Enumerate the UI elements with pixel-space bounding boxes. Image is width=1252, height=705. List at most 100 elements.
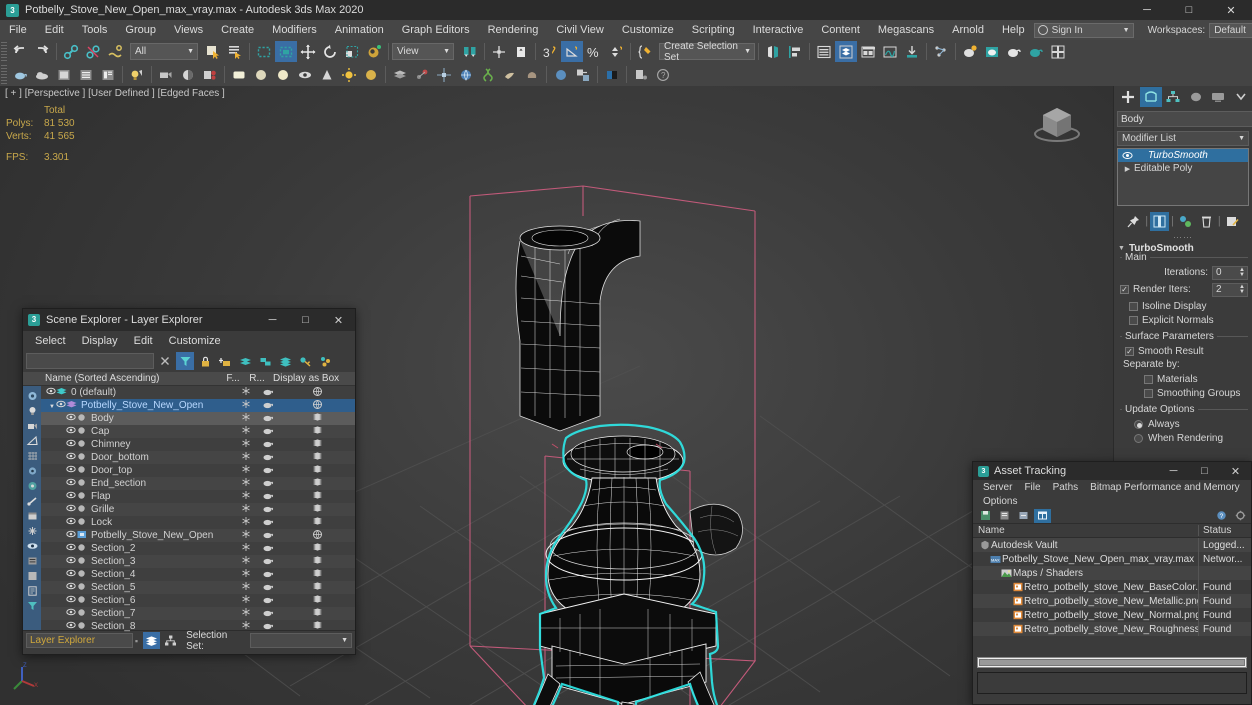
unlink-selection-icon[interactable] [82, 41, 104, 62]
render-production-icon[interactable] [1025, 41, 1047, 62]
row-name[interactable]: Cap [87, 426, 235, 437]
menu-arnold[interactable]: Arnold [943, 20, 993, 40]
menu-modifiers[interactable]: Modifiers [263, 20, 326, 40]
scene-explorer-row[interactable]: Chimney [41, 438, 355, 451]
edit-named-selection-sets-icon[interactable] [634, 41, 656, 62]
select-layer-icon[interactable] [256, 352, 274, 370]
show-end-result-icon[interactable] [1150, 211, 1170, 231]
object-icon[interactable] [76, 608, 87, 620]
menu-file[interactable]: File [0, 20, 36, 40]
bind-to-space-warp-icon[interactable] [104, 41, 126, 62]
material-editor-icon[interactable] [959, 41, 981, 62]
row-name[interactable]: Grille [87, 504, 235, 515]
renderable-icon[interactable] [257, 491, 279, 503]
tab-modify[interactable] [1139, 87, 1162, 107]
horizontal-scrollbar[interactable] [977, 657, 1247, 668]
asset-tracking-row[interactable]: Maps / Shaders [973, 566, 1251, 580]
asset-tracking-row[interactable]: Retro_potbelly_stove_New_Normal.png Found [973, 608, 1251, 622]
toggle-ribbon-icon[interactable] [857, 41, 879, 62]
viewport-label[interactable]: [ + ] [Perspective ] [User Defined ] [Ed… [5, 88, 225, 99]
hidden-objects-icon[interactable] [24, 538, 40, 553]
at-columns-icon[interactable] [1034, 508, 1051, 523]
freeze-icon[interactable] [235, 438, 257, 451]
renderable-icon[interactable] [257, 608, 279, 620]
material-sphere-cream-icon[interactable] [272, 64, 294, 85]
eye-icon[interactable] [65, 556, 76, 567]
scene-explorer-row[interactable]: Section_6 [41, 594, 355, 607]
scene-explorer-titlebar[interactable]: 3 Scene Explorer - Layer Explorer ─ □ ✕ [23, 309, 355, 331]
particle-flow-icon[interactable] [411, 64, 433, 85]
modifier-stack-item-editable-poly[interactable]: ▶ Editable Poly [1118, 162, 1248, 175]
display-as-box-icon[interactable] [279, 568, 355, 581]
make-unique-icon[interactable] [1176, 212, 1195, 231]
gold-sphere-icon[interactable] [360, 64, 382, 85]
scene-explorer-row[interactable]: Flap [41, 490, 355, 503]
rock-icon[interactable] [521, 64, 543, 85]
bird-icon[interactable] [499, 64, 521, 85]
asset-name-cell[interactable]: Retro_potbelly_stove_New_Roughness.png [973, 622, 1199, 636]
undo-icon[interactable] [9, 41, 31, 62]
row-name[interactable]: End_section [87, 478, 235, 489]
schematic-view-icon[interactable] [901, 41, 923, 62]
asset-name-cell[interactable]: MAX Potbelly_Stove_New_Open_max_vray.max [973, 552, 1199, 566]
display-as-box-icon[interactable] [279, 542, 355, 555]
asset-tracking-rows[interactable]: Autodesk Vault Logged... MAX Potbelly_Stove… [973, 538, 1251, 653]
display-as-box-icon[interactable] [279, 412, 355, 425]
use-pivot-point-center-icon[interactable] [459, 41, 481, 62]
scene-explorer-icon[interactable] [813, 41, 835, 62]
row-name[interactable]: Door_bottom [87, 452, 235, 463]
scene-explorer-row[interactable]: Section_3 [41, 555, 355, 568]
object-icon[interactable] [76, 426, 87, 438]
use-selection-center-icon[interactable] [488, 41, 510, 62]
se-menu-display[interactable]: Display [74, 335, 126, 347]
render-setup-red-icon[interactable] [199, 64, 221, 85]
row-name[interactable]: Section_8 [87, 621, 235, 632]
key-icon[interactable] [296, 352, 314, 370]
workspace-select[interactable]: Default ▼ [1209, 22, 1252, 38]
display-as-box-icon[interactable] [279, 464, 355, 477]
at-menu-paths[interactable]: Paths [1047, 482, 1085, 493]
freeze-icon[interactable] [235, 581, 257, 594]
freeze-icon[interactable] [235, 490, 257, 503]
column-render[interactable]: R... [245, 373, 269, 384]
scene-converter-icon[interactable] [572, 64, 594, 85]
eye-icon[interactable] [65, 608, 76, 619]
se-menu-edit[interactable]: Edit [126, 335, 161, 347]
eye-icon[interactable] [65, 543, 76, 554]
clear-search-icon[interactable] [156, 352, 174, 370]
hierarchy-mode-button[interactable] [163, 632, 180, 649]
display-as-box-icon[interactable] [279, 516, 355, 529]
select-and-rotate-icon[interactable] [319, 41, 341, 62]
scene-explorer-row[interactable]: Body [41, 412, 355, 425]
renderable-icon[interactable] [257, 439, 279, 451]
renderable-icon[interactable] [257, 595, 279, 607]
row-name[interactable]: Chimney [87, 439, 235, 450]
scrollbar-thumb[interactable] [979, 659, 1245, 666]
asset-tracking-row[interactable]: Autodesk Vault Logged... [973, 538, 1251, 552]
at-menu-server[interactable]: Server [977, 482, 1018, 493]
eye-icon[interactable] [45, 387, 56, 398]
scene-explorer-row[interactable]: 0 (default) [41, 386, 355, 399]
display-as-box-icon[interactable] [279, 438, 355, 451]
spinner-snap-toggle-icon[interactable] [605, 41, 627, 62]
asset-tracking-row[interactable]: Retro_potbelly_stove_New_Roughness.png Fo… [973, 622, 1251, 636]
layers-icon[interactable] [389, 64, 411, 85]
asset-tracking-row[interactable]: Retro_potbelly_stove_New_BaseColor.png Fo… [973, 580, 1251, 594]
freeze-icon[interactable] [235, 386, 257, 399]
isoline-display-checkbox[interactable]: Isoline Display [1129, 299, 1248, 313]
at-column-name[interactable]: Name [973, 525, 1199, 536]
render-setup-icon[interactable] [981, 41, 1003, 62]
object-icon[interactable] [76, 439, 87, 451]
display-as-box-icon[interactable] [279, 477, 355, 490]
freeze-icon[interactable] [235, 620, 257, 633]
scene-explorer-row[interactable]: Potbelly_Stove_New_Open [41, 529, 355, 542]
renderable-icon[interactable] [257, 413, 279, 425]
freeze-icon[interactable] [235, 503, 257, 516]
selection-filter-select[interactable]: All ▼ [130, 43, 198, 60]
space-warps-icon[interactable] [24, 463, 40, 478]
menu-megascans[interactable]: Megascans [869, 20, 943, 40]
layer-mode-button[interactable] [143, 632, 160, 649]
select-and-link-icon[interactable] [60, 41, 82, 62]
curve-editor-icon[interactable] [879, 41, 901, 62]
box-mode-icon[interactable] [24, 568, 40, 583]
